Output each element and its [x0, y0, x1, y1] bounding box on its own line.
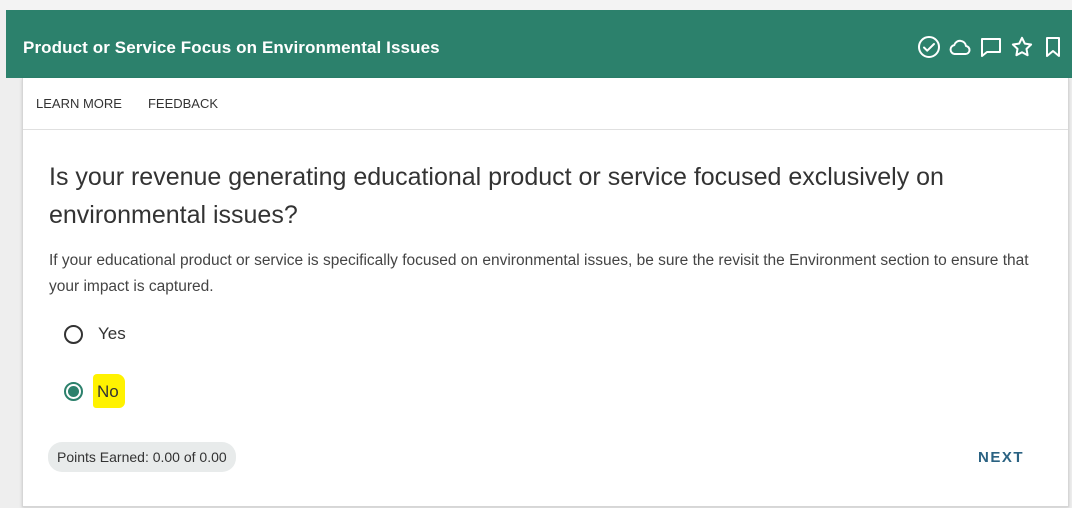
radio-selected-dot	[68, 385, 79, 397]
comment-icon[interactable]	[977, 33, 1004, 60]
header-title: Product or Service Focus on Environmenta…	[23, 38, 440, 57]
radio-yes[interactable]	[64, 324, 83, 344]
option-no[interactable]: No	[64, 374, 125, 408]
option-yes-label[interactable]: Yes	[98, 324, 126, 344]
radio-no[interactable]	[64, 381, 83, 401]
bookmark-icon[interactable]	[1039, 33, 1066, 60]
check-circle-icon[interactable]	[915, 33, 942, 60]
tab-feedback[interactable]: FEEDBACK	[148, 96, 218, 111]
option-no-label[interactable]: No	[93, 374, 125, 408]
tab-learn-more[interactable]: LEARN MORE	[36, 96, 122, 111]
cloud-icon[interactable]	[946, 33, 973, 60]
question-text: Is your revenue generating educational p…	[49, 163, 944, 229]
header-icons	[915, 33, 1066, 60]
question-header: Product or Service Focus on Environmenta…	[6, 10, 1072, 78]
top-strip	[0, 0, 1072, 10]
question-card: LEARN MORE FEEDBACK Is your revenue gene…	[22, 78, 1069, 507]
points-earned-badge: Points Earned: 0.00 of 0.00	[48, 442, 236, 472]
question-help-text: If your educational product or service i…	[49, 252, 1029, 295]
card-tabs: LEARN MORE FEEDBACK	[23, 78, 1068, 130]
star-icon[interactable]	[1008, 33, 1035, 60]
next-button[interactable]: NEXT	[978, 449, 1024, 466]
option-yes[interactable]: Yes	[64, 324, 126, 344]
